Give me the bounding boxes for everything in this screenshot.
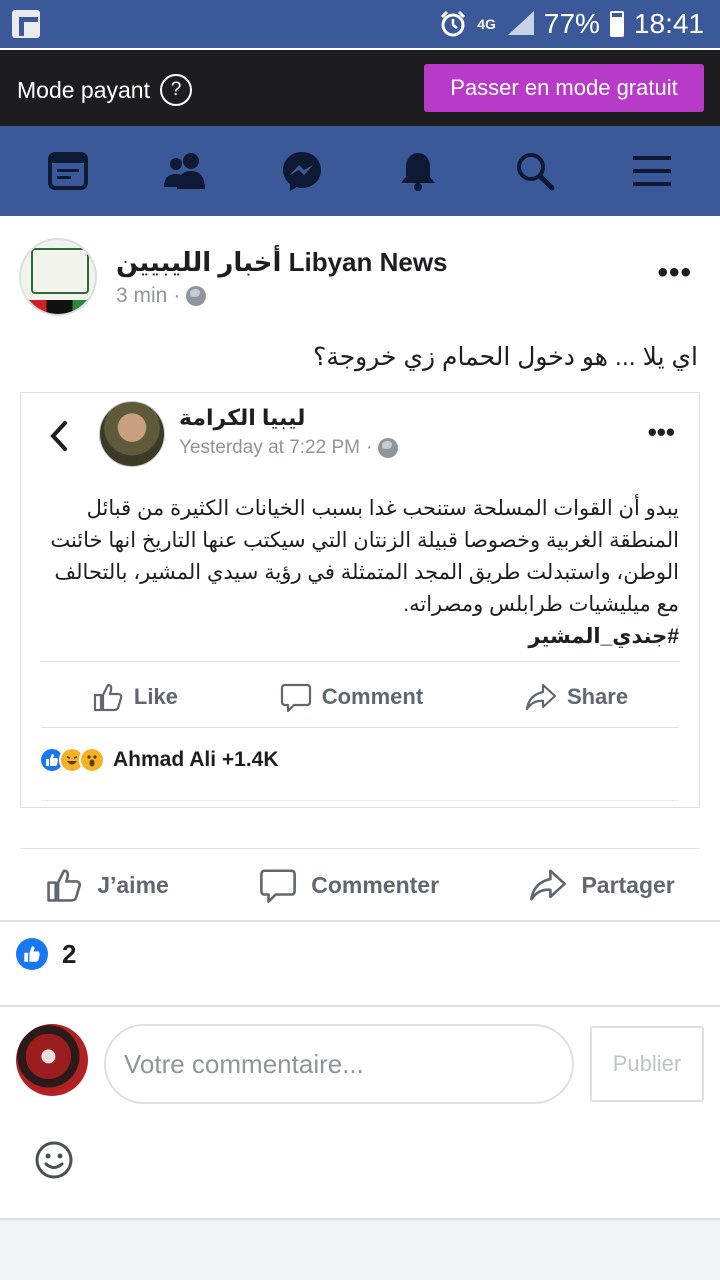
comment-icon	[260, 869, 297, 903]
nav-bar	[0, 126, 720, 216]
notifications-tab[interactable]	[388, 141, 448, 201]
like-button[interactable]: J’aime	[45, 866, 169, 904]
hashtag-link[interactable]: #جندي_المشير	[39, 621, 679, 653]
footer-area	[0, 1218, 720, 1280]
shared-post-card[interactable]: ليبيا الكرامة Yesterday at 7:22 PM · •••…	[20, 392, 700, 808]
post-time[interactable]: 3 min	[116, 284, 167, 308]
share-button[interactable]: Partager	[529, 866, 675, 904]
shared-comment-button[interactable]: Comment	[280, 681, 423, 713]
divider	[41, 727, 679, 728]
thumbs-up-icon	[93, 683, 123, 712]
shared-reaction-count: Ahmad Ali +1.4K	[113, 748, 279, 771]
page-logo	[31, 248, 89, 294]
shared-author-name[interactable]: ليبيا الكرامة	[179, 405, 305, 431]
battery-icon	[609, 11, 624, 37]
menu-tab[interactable]	[622, 141, 682, 201]
notifications-icon	[401, 153, 436, 191]
switch-mode-button[interactable]: Passer en mode gratuit	[424, 64, 704, 112]
share-arrow-icon	[525, 683, 557, 711]
flipboard-icon	[12, 10, 40, 38]
chevron-left-icon[interactable]	[47, 419, 71, 453]
page-name[interactable]: أخبار الليبيين Libyan News	[116, 247, 448, 278]
like-reaction-icon	[16, 938, 48, 970]
feed-tab[interactable]	[38, 141, 98, 201]
network-label: 4G	[477, 16, 496, 32]
post-text: اي يلا ... هو دخول الحمام زي خروجة؟	[313, 343, 698, 371]
emoji-icon[interactable]	[34, 1140, 74, 1180]
feed-icon	[48, 152, 89, 190]
alarm-icon	[441, 10, 466, 37]
post-action-bar: J’aime Commenter Partager	[0, 852, 720, 918]
shared-post-body: يبدو أن القوات المسلحة ستنحب غدا بسبب ال…	[39, 493, 679, 653]
shared-reactions[interactable]: Ahmad Ali +1.4K	[39, 747, 279, 773]
data-mode-bar: Mode payant ? Passer en mode gratuit	[0, 50, 720, 126]
likes-summary[interactable]: 2	[16, 938, 76, 970]
comment-button[interactable]: Commenter	[259, 866, 439, 904]
shared-post-time[interactable]: Yesterday at 7:22 PM	[179, 437, 360, 459]
shared-share-button[interactable]: Share	[525, 681, 628, 713]
divider	[41, 661, 679, 662]
globe-icon	[378, 438, 399, 458]
messenger-icon	[282, 152, 321, 191]
divider	[41, 800, 679, 801]
wow-reaction-icon	[79, 747, 105, 773]
help-icon[interactable]: ?	[159, 74, 192, 106]
signal-icon	[506, 11, 534, 37]
comment-input[interactable]: Votre commentaire...	[104, 1024, 574, 1104]
share-arrow-icon	[530, 869, 567, 901]
mode-label: Mode payant	[17, 76, 150, 103]
search-tab[interactable]	[505, 141, 565, 201]
comment-icon	[280, 683, 311, 713]
shared-options-button[interactable]: •••	[648, 417, 675, 448]
likes-count: 2	[62, 938, 77, 969]
shared-like-button[interactable]: Like	[92, 681, 178, 713]
search-icon	[516, 153, 555, 191]
post-meta: 3 min ·	[116, 284, 207, 308]
user-avatar	[16, 1024, 88, 1096]
shared-post-text: يبدو أن القوات المسلحة ستنحب غدا بسبب ال…	[50, 497, 679, 616]
friends-tab[interactable]	[155, 141, 215, 201]
divider	[20, 848, 700, 849]
friends-icon	[163, 153, 205, 189]
shared-author-avatar[interactable]	[99, 401, 165, 467]
divider	[0, 920, 720, 922]
globe-icon	[186, 286, 207, 306]
shared-action-bar: Like Comment Share	[41, 669, 679, 725]
clock: 18:41	[633, 8, 704, 39]
battery-percent: 77%	[543, 8, 600, 39]
publish-button[interactable]: Publier	[590, 1026, 704, 1102]
page-avatar[interactable]	[19, 238, 97, 316]
status-bar: 4G 77% 18:41	[0, 0, 720, 48]
meta-separator: ·	[173, 284, 181, 307]
shared-post-meta: Yesterday at 7:22 PM ·	[179, 437, 399, 459]
thumbs-up-icon	[47, 869, 82, 902]
divider	[0, 1005, 720, 1007]
post-options-button[interactable]: •••	[657, 256, 692, 290]
meta-separator: ·	[365, 437, 373, 458]
menu-icon	[632, 156, 671, 186]
messenger-tab[interactable]	[272, 141, 332, 201]
